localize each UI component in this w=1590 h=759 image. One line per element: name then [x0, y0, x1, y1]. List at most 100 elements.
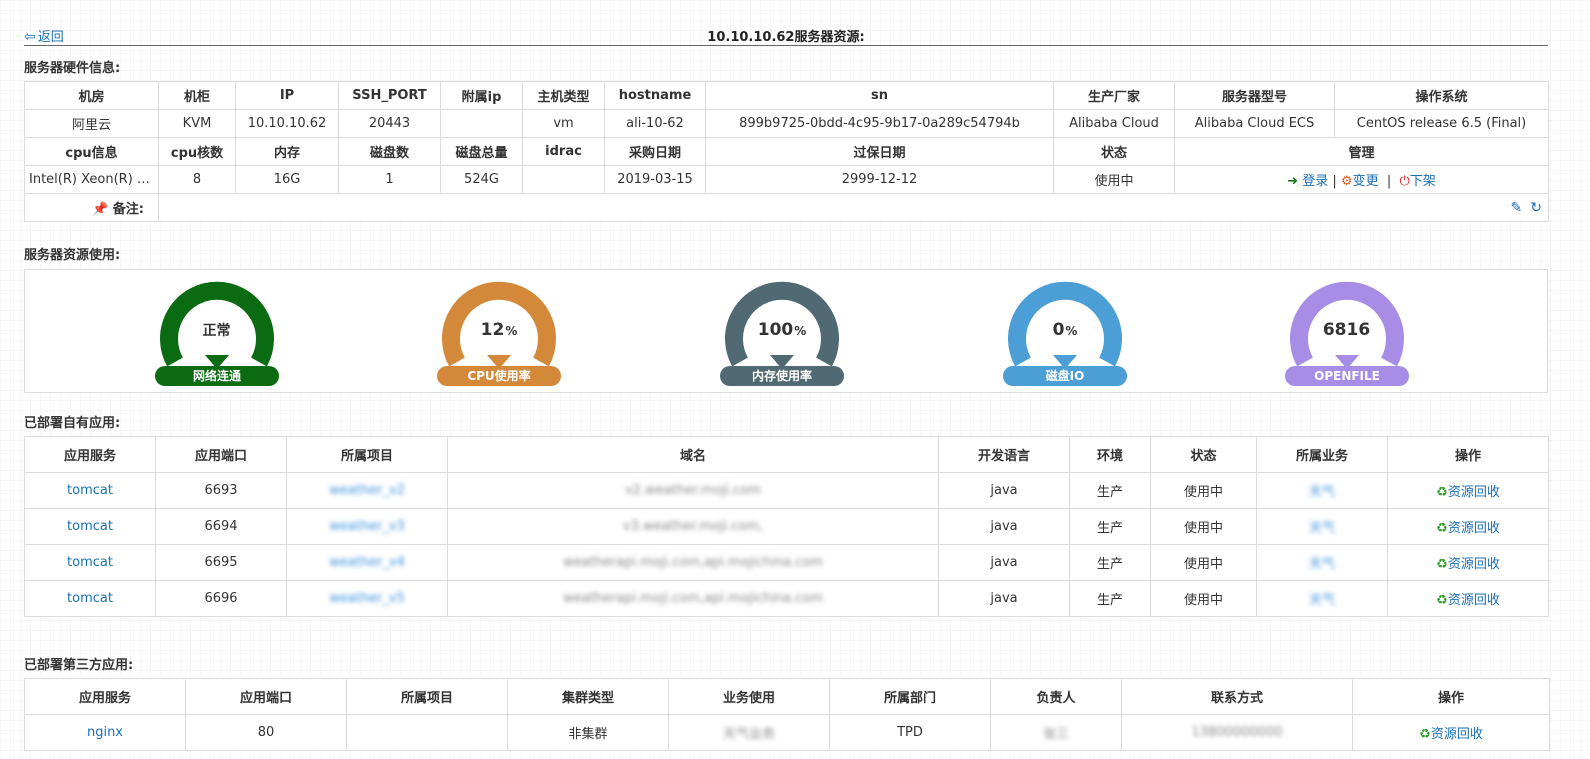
- service-cell-text[interactable]: tomcat: [67, 483, 113, 498]
- domain-cell: v2.weather.moji.com: [447, 472, 939, 509]
- gauge-value: 正常: [202, 323, 231, 339]
- dept-cell: TPD: [829, 714, 991, 751]
- hw-head-cell: 磁盘总量: [440, 137, 523, 166]
- project-cell[interactable]: weather_v3: [286, 508, 448, 545]
- hw-head-cell: hostname: [604, 81, 706, 110]
- service-cell[interactable]: nginx: [24, 714, 186, 751]
- hw-head-cell: IP: [235, 81, 339, 110]
- status-cell-text: 使用中: [1183, 593, 1223, 608]
- lang-cell: java: [938, 508, 1070, 545]
- hw-head-cell: cpu核数: [158, 137, 236, 166]
- own-apps-body: tomcat 6693 weather_v2 v2.weather.moji.com j…: [24, 472, 1549, 617]
- project-cell[interactable]: weather_v4: [286, 544, 448, 581]
- env-cell: 生产: [1069, 508, 1151, 545]
- col-header: 应用端口: [155, 436, 287, 473]
- project-cell-text[interactable]: weather_v3: [329, 519, 405, 534]
- login-button[interactable]: ➜ 登录: [1287, 174, 1328, 189]
- service-cell-text[interactable]: tomcat: [67, 519, 113, 534]
- offline-button[interactable]: ⏻下架: [1400, 174, 1436, 189]
- table-row: tomcat 6695 weather_v4 weatherapi.moji.com,…: [24, 544, 1549, 581]
- refresh-icon[interactable]: ↻: [1530, 200, 1542, 216]
- recycle-button[interactable]: ♻资源回收: [1436, 485, 1500, 500]
- recycle-button[interactable]: ♻资源回收: [1419, 727, 1483, 742]
- col-header: 域名: [447, 436, 939, 473]
- recycle-button[interactable]: ♻资源回收: [1436, 593, 1500, 608]
- service-cell[interactable]: tomcat: [24, 472, 156, 509]
- col-header: 所属业务: [1256, 436, 1388, 473]
- env-cell: 生产: [1069, 472, 1151, 509]
- hardware-value-row-1: 阿里云 KVM 10.10.10.62 20443 vm ali-10-62 8…: [24, 109, 1549, 138]
- recycle-button[interactable]: ♻资源回收: [1436, 521, 1500, 536]
- biz-cell[interactable]: 天气: [1256, 472, 1388, 509]
- status-cell: 使用中: [1150, 472, 1257, 509]
- recycle-icon: ♻: [1419, 727, 1431, 742]
- recycle-button[interactable]: ♻资源回收: [1436, 557, 1500, 572]
- usage-gauges: 正常 网络连通 12% CPU使用率 100% 内存使用率 0% 磁盘IO 68…: [24, 269, 1548, 393]
- service-cell-text[interactable]: nginx: [87, 725, 123, 740]
- hardware-table: 机房 机柜 IP SSH_PORT 附属ip 主机类型 hostname sn …: [24, 81, 1549, 222]
- third-apps-table: 应用服务 应用端口 所属项目 集群类型 业务使用 所属部门 负责人 联系方式 操…: [24, 678, 1550, 751]
- biz-cell[interactable]: 天气: [1256, 580, 1388, 617]
- biz-cell-text[interactable]: 天气: [1309, 517, 1335, 536]
- lang-cell: java: [938, 544, 1070, 581]
- hw-head-cell: 生产厂家: [1053, 81, 1175, 110]
- port-cell-text: 80: [257, 725, 275, 740]
- project-cell[interactable]: weather_v2: [286, 472, 448, 509]
- project-cell-text[interactable]: weather_v4: [329, 555, 405, 570]
- env-cell: 生产: [1069, 544, 1151, 581]
- hw-cell-os: CentOS release 6.5 (Final): [1334, 109, 1549, 138]
- service-cell[interactable]: tomcat: [24, 544, 156, 581]
- action-cell: ♻资源回收: [1352, 714, 1550, 751]
- lang-cell-text: java: [990, 483, 1018, 498]
- action-cell: ♻资源回收: [1387, 508, 1549, 545]
- hw-head-cell: cpu信息: [24, 137, 159, 166]
- hw-cell-disk-total: 524G: [440, 165, 523, 194]
- remark-label-cell: 📌 备注:: [24, 193, 159, 222]
- lang-cell-text: java: [990, 555, 1018, 570]
- service-cell-text[interactable]: tomcat: [67, 591, 113, 606]
- project-cell-text[interactable]: weather_v5: [329, 591, 405, 606]
- power-icon: ⏻: [1399, 174, 1410, 189]
- hw-head-cell: 操作系统: [1334, 81, 1549, 110]
- biz-cell[interactable]: 天气: [1256, 508, 1388, 545]
- hw-cell-cpu-info: Intel(R) Xeon(R) CPU E5-2682 v4 @ 2.50GH…: [24, 165, 159, 194]
- table-row: tomcat 6693 weather_v2 v2.weather.moji.com j…: [24, 472, 1549, 509]
- hw-cell-room: 阿里云: [24, 109, 159, 138]
- table-row: tomcat 6694 weather_v3 v3.weather.moji.com,…: [24, 508, 1549, 545]
- service-cell-text[interactable]: tomcat: [67, 555, 113, 570]
- hw-cell-memory: 16G: [235, 165, 339, 194]
- project-cell[interactable]: weather_v5: [286, 580, 448, 617]
- dept-cell-text: TPD: [897, 725, 923, 740]
- hw-cell-ssh-port: 20443: [338, 109, 441, 138]
- hw-cell-status: 使用中: [1053, 165, 1175, 194]
- service-cell[interactable]: tomcat: [24, 508, 156, 545]
- hw-cell-model: Alibaba Cloud ECS: [1174, 109, 1335, 138]
- status-cell-text: 使用中: [1183, 485, 1223, 500]
- separator: |: [1386, 174, 1392, 189]
- edit-icon[interactable]: ✎: [1511, 200, 1523, 216]
- port-cell: 6694: [155, 508, 287, 545]
- recycle-label: 资源回收: [1447, 485, 1500, 500]
- port-cell-text: 6695: [204, 555, 238, 570]
- biz-cell[interactable]: 天气: [1256, 544, 1388, 581]
- biz-cell-text[interactable]: 天气: [1309, 553, 1335, 572]
- service-cell[interactable]: tomcat: [24, 580, 156, 617]
- usage-cell: 天气业务: [668, 714, 830, 751]
- hw-cell-warranty-date: 2999-12-12: [705, 165, 1054, 194]
- hw-head-cell: sn: [705, 81, 1054, 110]
- biz-cell-text[interactable]: 天气: [1309, 481, 1335, 500]
- memory-gauge: 100% 内存使用率: [720, 278, 844, 388]
- change-button[interactable]: ⚙变更: [1341, 174, 1379, 189]
- project-cell-text[interactable]: weather_v2: [329, 483, 405, 498]
- hw-head-cell: SSH_PORT: [338, 81, 441, 110]
- owner-cell-text: 张三: [1042, 727, 1069, 742]
- remark-label: 备注:: [112, 202, 144, 217]
- port-cell-text: 6693: [204, 483, 238, 498]
- biz-cell-text[interactable]: 天气: [1309, 589, 1335, 608]
- gauge-label: CPU使用率: [437, 366, 561, 386]
- project-cell: [346, 714, 508, 751]
- action-cell: ♻资源回收: [1387, 580, 1549, 617]
- gears-icon: ⚙: [1340, 174, 1353, 189]
- domain-cell: v3.weather.moji.com,: [447, 508, 939, 545]
- hw-head-cell: 过保日期: [705, 137, 1054, 166]
